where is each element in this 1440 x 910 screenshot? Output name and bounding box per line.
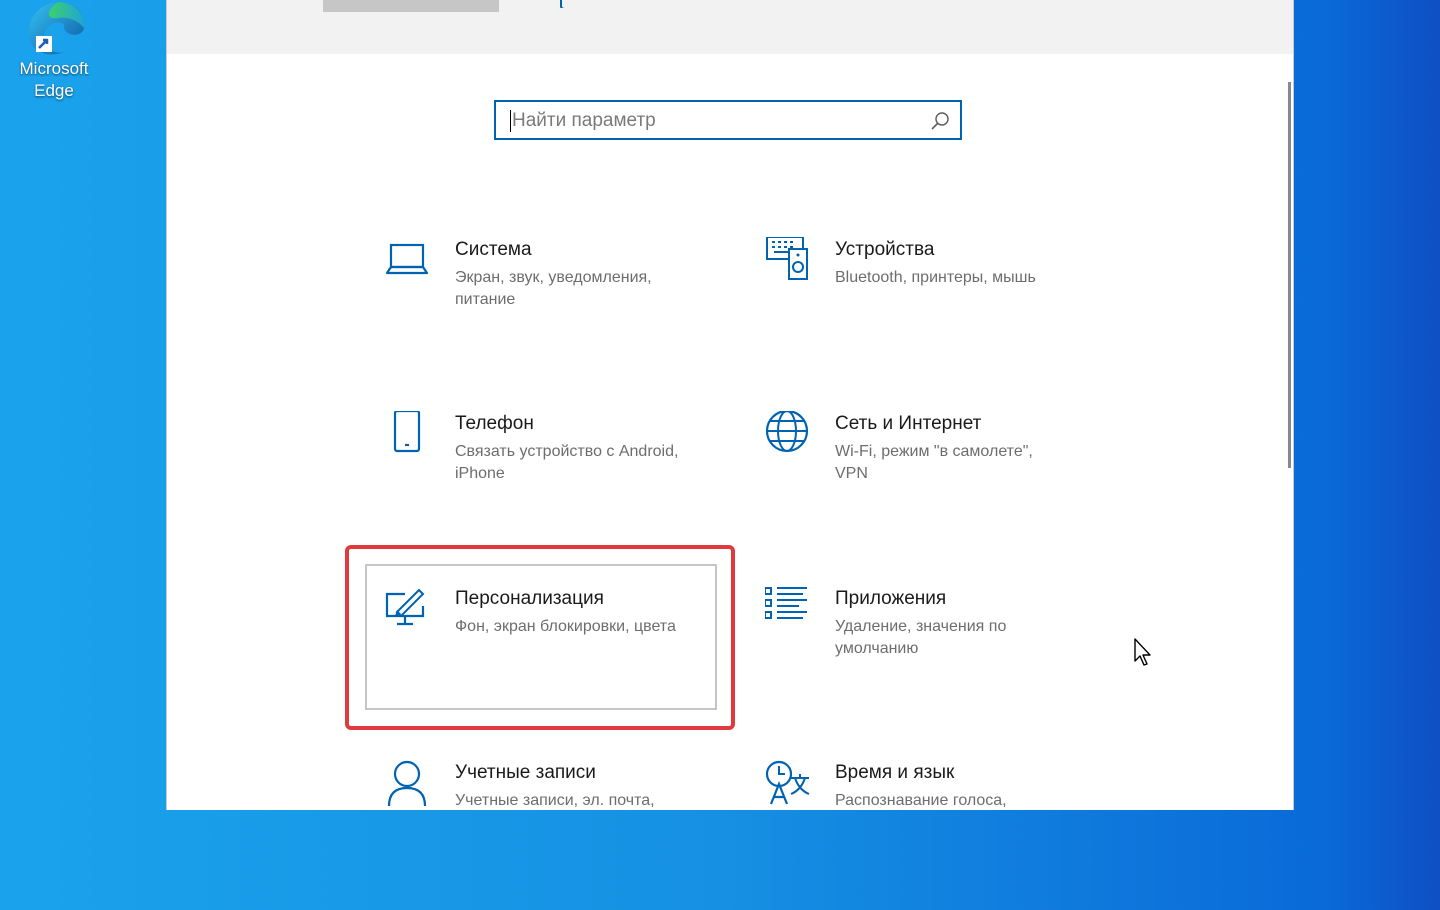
category-subtitle: Связать устройство с Android, iPhone	[455, 443, 679, 482]
search-input[interactable]	[510, 102, 914, 140]
mouse-pointer-icon	[1133, 637, 1155, 669]
category-subtitle: Фон, экран блокировки, цвета	[455, 618, 676, 635]
category-subtitle: Wi-Fi, режим "в самолете", VPN	[835, 443, 1033, 482]
search-icon[interactable]	[930, 111, 950, 131]
category-time-language[interactable]: Время и язык Распознавание голоса,	[765, 760, 1135, 910]
category-devices[interactable]: Устройства Bluetooth, принтеры, мышь	[765, 236, 1135, 387]
person-icon	[385, 760, 431, 807]
category-title: Персонализация	[455, 588, 604, 609]
category-personalization[interactable]: Персонализация Фон, экран блокировки, цв…	[385, 586, 755, 736]
category-title: Устройства	[835, 239, 935, 260]
category-title: Сеть и Интернет	[835, 413, 982, 434]
header-button[interactable]	[323, 0, 499, 12]
category-system[interactable]: Система Экран, звук, уведомления, питани…	[385, 237, 755, 387]
text-caret	[510, 110, 511, 132]
phone-icon	[385, 409, 431, 457]
apps-list-icon	[764, 586, 811, 632]
laptop-icon	[385, 237, 431, 283]
category-title: Система	[455, 239, 532, 260]
category-title: Учетные записи	[455, 762, 596, 783]
category-subtitle: Учетные записи, эл. почта,	[455, 792, 655, 809]
time-language-icon	[765, 760, 811, 806]
personalization-icon	[385, 586, 431, 632]
category-subtitle: Bluetooth, принтеры, мышь	[835, 269, 1036, 286]
category-subtitle: Экран, звук, уведомления, питание	[455, 269, 652, 308]
window-header	[167, 0, 1293, 54]
edge-label-line1: Microsoft	[19, 59, 89, 78]
globe-icon	[765, 409, 811, 457]
category-accounts[interactable]: Учетные записи Учетные записи, эл. почта…	[385, 760, 755, 910]
edge-label-line2: Edge	[34, 81, 74, 100]
category-network[interactable]: Сеть и Интернет Wi-Fi, режим "в самолете…	[765, 409, 1135, 561]
category-title: Телефон	[455, 413, 534, 434]
category-apps[interactable]: Приложения Удаление, значения по умолчан…	[764, 586, 1135, 736]
search-box[interactable]	[494, 100, 962, 140]
category-subtitle: Удаление, значения по умолчанию	[835, 618, 1007, 657]
scrollbar[interactable]	[1288, 82, 1291, 468]
settings-window: Система Экран, звук, уведомления, питани…	[166, 0, 1294, 810]
edge-icon	[18, 0, 90, 56]
desktop-icon-edge[interactable]: Microsoft Edge	[4, 0, 104, 102]
category-title: Время и язык	[835, 762, 955, 783]
category-subtitle: Распознавание голоса,	[835, 792, 1007, 809]
header-link-fragment	[559, 0, 577, 8]
category-phone[interactable]: Телефон Связать устройство с Android, iP…	[385, 409, 755, 561]
category-title: Приложения	[835, 588, 947, 609]
devices-icon	[765, 236, 811, 283]
